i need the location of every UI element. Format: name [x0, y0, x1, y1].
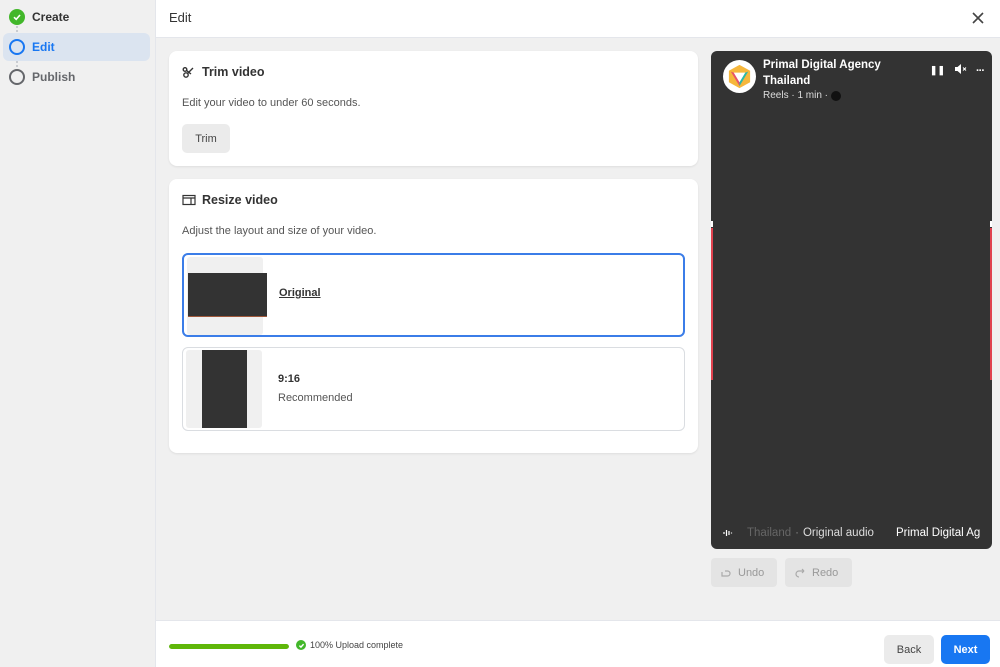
redo-label: Redo	[812, 566, 839, 579]
reel-preview[interactable]: Primal Digital Agency Thailand Reels · 1…	[711, 51, 992, 549]
step-label: Create	[32, 10, 70, 24]
step-label: Publish	[32, 70, 76, 84]
mute-icon[interactable]	[954, 63, 967, 78]
page-name: Primal Digital Agency Thailand	[763, 59, 881, 87]
video-frame-thumbnail	[188, 273, 267, 317]
crop-marker	[990, 221, 992, 227]
option-label: 9:16	[278, 373, 301, 385]
audio-wave-icon	[723, 530, 733, 536]
audio-label: Original audio	[802, 527, 874, 539]
upload-status: 100% Upload complete	[296, 640, 403, 650]
more-icon[interactable]: ···	[976, 65, 985, 77]
close-icon	[972, 12, 984, 24]
trim-button[interactable]: Trim	[182, 124, 230, 153]
step-label: Edit	[32, 40, 55, 54]
step-sidebar: Create Edit Publish	[0, 0, 156, 667]
trim-video-heading: Trim video	[182, 65, 265, 79]
upload-status-text: 100% Upload complete	[310, 640, 404, 650]
crop-guide-left	[711, 228, 713, 380]
trim-video-description: Edit your video to under 60 seconds.	[182, 97, 361, 109]
trim-video-title: Trim video	[202, 65, 265, 79]
vertical-thumbnail	[186, 350, 262, 428]
page-title: Edit	[169, 10, 192, 25]
option-label: Original	[279, 287, 321, 299]
current-step-icon	[9, 39, 25, 55]
scissors-icon	[182, 67, 194, 78]
pending-step-icon	[9, 69, 25, 85]
dialog-header: Edit	[156, 0, 1000, 38]
back-button[interactable]: Back	[884, 635, 934, 664]
resize-video-title: Resize video	[202, 193, 278, 207]
dialog-footer: 100% Upload complete Back Next	[156, 620, 1000, 667]
post-meta-text: Reels · 1 min ·	[763, 90, 829, 101]
next-button[interactable]: Next	[941, 635, 990, 664]
audio-scroll-text: Primal Digital Ag	[895, 527, 981, 539]
step-edit[interactable]: Edit	[3, 33, 150, 61]
resize-icon	[182, 194, 196, 206]
upload-progress-bar	[169, 644, 289, 649]
crop-guide-right	[990, 228, 992, 380]
step-publish[interactable]: Publish	[3, 63, 150, 91]
crop-marker	[711, 221, 713, 227]
page-logo-icon	[728, 64, 751, 89]
post-meta: Reels · 1 min ·	[763, 90, 842, 101]
check-circle-icon	[9, 9, 25, 25]
audio-faded-text: Thailand	[747, 527, 792, 539]
audio-ticker: Thailand · Original audio Primal Digital…	[723, 527, 980, 539]
redo-icon	[795, 568, 805, 578]
page-avatar	[723, 60, 756, 93]
resize-option-9-16[interactable]: 9:16 Recommended	[182, 347, 685, 431]
original-thumbnail	[187, 257, 267, 335]
resize-video-description: Adjust the layout and size of your video…	[182, 225, 377, 237]
undo-button[interactable]: Undo	[711, 558, 777, 587]
globe-icon	[831, 90, 842, 101]
trim-video-card: Trim video Edit your video to under 60 s…	[169, 51, 698, 166]
edit-main: Trim video Edit your video to under 60 s…	[156, 38, 1000, 620]
upload-progress-fill	[169, 644, 289, 649]
resize-video-heading: Resize video	[182, 193, 278, 207]
check-circle-icon	[296, 640, 306, 650]
close-button[interactable]	[968, 8, 988, 28]
resize-option-original[interactable]: Original	[182, 253, 685, 337]
audio-separator: ·	[795, 527, 799, 539]
step-create[interactable]: Create	[3, 3, 150, 31]
redo-button[interactable]: Redo	[785, 558, 852, 587]
video-frame-thumbnail	[202, 350, 247, 428]
undo-icon	[721, 569, 731, 577]
playback-controls: ❚❚ ···	[930, 63, 985, 78]
option-sublabel: Recommended	[278, 392, 353, 404]
undo-label: Undo	[738, 566, 765, 579]
pause-icon[interactable]: ❚❚	[930, 65, 945, 76]
resize-video-card: Resize video Adjust the layout and size …	[169, 179, 698, 453]
